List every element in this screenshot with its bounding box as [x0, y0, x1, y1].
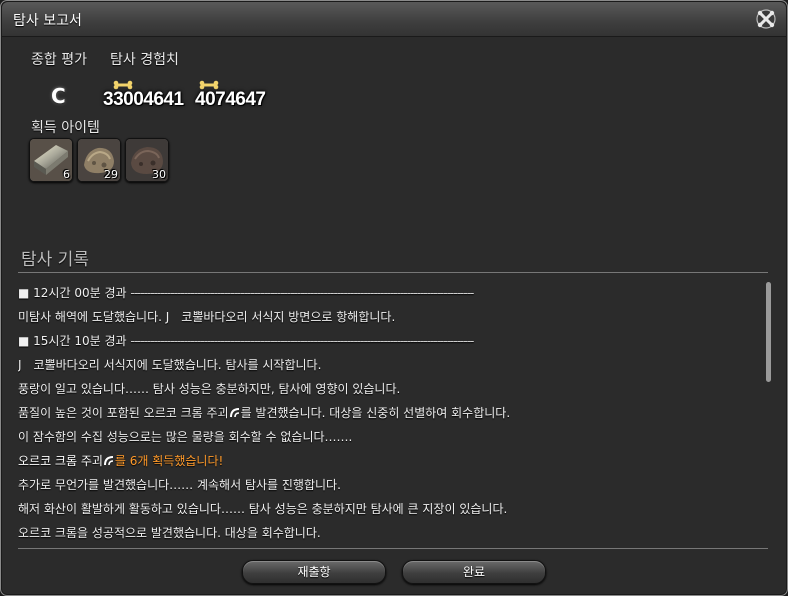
log-line: ■ 15시간 10분 경과 --------------------------… — [18, 334, 474, 348]
log-line: 풍랑이 일고 있습니다…… 탐사 성능은 충분하지만, 탐사에 영향이 있습니다… — [18, 382, 401, 396]
item-slot-ingot[interactable]: 6 — [29, 138, 73, 182]
item-count: 29 — [104, 168, 118, 181]
window-title: 탐사 보고서 — [13, 13, 82, 29]
exp-label: 탐사 경험치 — [110, 52, 179, 68]
log-line-obtained: 오르코 크롬 주괴 를 6개 획득했습니다! — [18, 454, 224, 468]
hq-icon — [103, 456, 113, 466]
log-section-title: 탐사 기록 — [21, 250, 89, 270]
title-bar[interactable]: 탐사 보고서 — [2, 2, 786, 37]
item-count: 6 — [63, 168, 70, 181]
divider — [18, 272, 768, 273]
bonus-exp-value: 4074647 — [195, 89, 266, 110]
log-line: 미탐사 해역에 도달했습니다. J 코뿔바다오리 서식지 방면으로 항해합니다. — [18, 310, 396, 324]
close-icon[interactable] — [755, 8, 777, 30]
exp-value: 33004641 — [103, 89, 184, 110]
log-line: 이 잠수함의 수집 성능으로는 많은 물량을 회수할 수 없습니다……. — [18, 430, 353, 444]
log-line: 오르코 크롬을 성공적으로 발견했습니다. 대상을 회수합니다. — [18, 526, 321, 540]
item-slot-dark-ore[interactable]: 30 — [125, 138, 169, 182]
item-slot-ore[interactable]: 29 — [77, 138, 121, 182]
log-line: ■ 12시간 00분 경과 --------------------------… — [18, 286, 474, 300]
resubmit-button[interactable]: 재출항 — [242, 560, 386, 584]
item-count: 30 — [152, 168, 166, 181]
divider — [18, 548, 768, 549]
items-label: 획득 아이템 — [31, 120, 100, 136]
log-scrollbar[interactable] — [766, 282, 771, 382]
voyage-log: ■ 12시간 00분 경과 --------------------------… — [18, 275, 758, 545]
done-button[interactable]: 완료 — [402, 560, 546, 584]
overall-rating-label: 종합 평가 — [31, 52, 87, 68]
log-line: J 코뿔바다오리 서식지에 도달했습니다. 탐사를 시작합니다. — [18, 358, 322, 372]
log-line: 품질이 높은 것이 포함된 오르코 크롬 주괴 를 발견했습니다. 대상을 신중히… — [18, 406, 511, 420]
hq-icon — [229, 408, 239, 418]
grade-value: C — [51, 84, 66, 108]
log-line: 해저 화산이 활발하게 활동하고 있습니다…… 탐사 성능은 충분하지만 탐사에… — [18, 502, 508, 516]
log-line: 추가로 무언가를 발견했습니다…… 계속해서 탐사를 진행합니다. — [18, 478, 341, 492]
